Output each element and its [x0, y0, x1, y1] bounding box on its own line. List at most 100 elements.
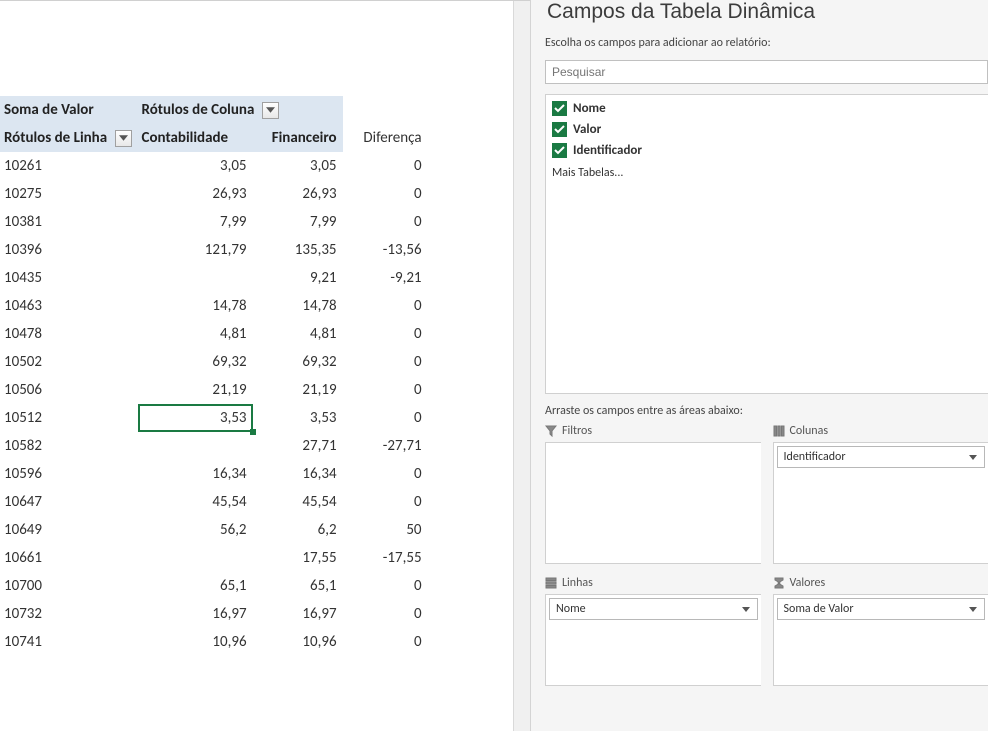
contabilidade-cell[interactable]: 56,2: [138, 516, 253, 544]
financeiro-cell[interactable]: 9,21: [253, 264, 343, 292]
contabilidade-cell[interactable]: 7,99: [138, 208, 253, 236]
row-id-cell[interactable]: 10649: [0, 516, 138, 544]
chevron-down-icon[interactable]: [739, 602, 753, 616]
chevron-down-icon[interactable]: [966, 450, 980, 464]
column-header-financeiro[interactable]: Financeiro: [253, 124, 343, 152]
contabilidade-cell[interactable]: 3,05: [138, 152, 253, 180]
financeiro-cell[interactable]: 27,71: [253, 432, 343, 460]
financeiro-cell[interactable]: 3,53: [253, 404, 343, 432]
values-area[interactable]: Valores Soma de Valor: [773, 576, 988, 686]
contabilidade-cell[interactable]: 65,1: [138, 572, 253, 600]
row-labels-dropdown[interactable]: [115, 130, 132, 147]
diferenca-cell[interactable]: -9,21: [343, 264, 428, 292]
contabilidade-cell[interactable]: 4,81: [138, 320, 253, 348]
financeiro-cell[interactable]: 45,54: [253, 488, 343, 516]
field-item[interactable]: Nome: [552, 99, 982, 120]
row-id-cell[interactable]: 10396: [0, 236, 138, 264]
area-field-pill[interactable]: Soma de Valor: [777, 598, 986, 620]
contabilidade-cell[interactable]: [138, 544, 253, 572]
columns-area[interactable]: Colunas Identificador: [773, 424, 988, 564]
contabilidade-cell[interactable]: [138, 264, 253, 292]
diferenca-cell[interactable]: -13,56: [343, 236, 428, 264]
values-drop-zone[interactable]: Soma de Valor: [773, 594, 988, 686]
row-id-cell[interactable]: 10596: [0, 460, 138, 488]
field-item[interactable]: Identificador: [552, 141, 982, 162]
filters-drop-zone[interactable]: [545, 442, 761, 564]
diferenca-cell[interactable]: 0: [343, 572, 428, 600]
diferenca-cell[interactable]: 0: [343, 180, 428, 208]
checkbox-checked-icon[interactable]: [552, 122, 567, 137]
financeiro-cell[interactable]: 26,93: [253, 180, 343, 208]
row-id-cell[interactable]: 10381: [0, 208, 138, 236]
contabilidade-cell[interactable]: 10,96: [138, 628, 253, 656]
diferenca-cell[interactable]: 0: [343, 628, 428, 656]
row-id-cell[interactable]: 10506: [0, 376, 138, 404]
contabilidade-cell[interactable]: 45,54: [138, 488, 253, 516]
columns-drop-zone[interactable]: Identificador: [773, 442, 988, 564]
diferenca-cell[interactable]: 50: [343, 516, 428, 544]
diferenca-cell[interactable]: 0: [343, 600, 428, 628]
chevron-down-icon[interactable]: [966, 602, 980, 616]
row-id-cell[interactable]: 10502: [0, 348, 138, 376]
diferenca-cell[interactable]: 0: [343, 208, 428, 236]
financeiro-cell[interactable]: 21,19: [253, 376, 343, 404]
financeiro-cell[interactable]: 16,34: [253, 460, 343, 488]
row-id-cell[interactable]: 10582: [0, 432, 138, 460]
contabilidade-cell[interactable]: 16,97: [138, 600, 253, 628]
column-labels-header[interactable]: Rótulos de Coluna: [138, 96, 343, 124]
diferenca-cell[interactable]: 0: [343, 152, 428, 180]
more-tables-link[interactable]: Mais Tabelas...: [552, 162, 982, 180]
filters-area[interactable]: Filtros: [545, 424, 761, 564]
financeiro-cell[interactable]: 135,35: [253, 236, 343, 264]
area-field-pill[interactable]: Nome: [549, 598, 758, 620]
financeiro-cell[interactable]: 17,55: [253, 544, 343, 572]
contabilidade-cell[interactable]: [138, 432, 253, 460]
row-labels-header[interactable]: Rótulos de Linha: [0, 124, 138, 152]
contabilidade-cell[interactable]: 14,78: [138, 292, 253, 320]
financeiro-cell[interactable]: 3,05: [253, 152, 343, 180]
rows-area[interactable]: Linhas Nome: [545, 576, 761, 686]
vertical-scrollbar[interactable]: [513, 1, 530, 731]
financeiro-cell[interactable]: 10,96: [253, 628, 343, 656]
row-id-cell[interactable]: 10647: [0, 488, 138, 516]
row-id-cell[interactable]: 10741: [0, 628, 138, 656]
column-labels-dropdown[interactable]: [262, 102, 279, 119]
diferenca-cell[interactable]: -17,55: [343, 544, 428, 572]
financeiro-cell[interactable]: 65,1: [253, 572, 343, 600]
contabilidade-cell[interactable]: 3,53: [138, 404, 253, 432]
contabilidade-cell[interactable]: 26,93: [138, 180, 253, 208]
diferenca-cell[interactable]: 0: [343, 292, 428, 320]
row-id-cell[interactable]: 10512: [0, 404, 138, 432]
worksheet-area[interactable]: Soma de Valor Rótulos de Coluna Rótulos …: [0, 0, 530, 731]
search-input[interactable]: [545, 60, 988, 84]
diferenca-cell[interactable]: 0: [343, 404, 428, 432]
financeiro-cell[interactable]: 6,2: [253, 516, 343, 544]
row-id-cell[interactable]: 10700: [0, 572, 138, 600]
row-id-cell[interactable]: 10478: [0, 320, 138, 348]
contabilidade-cell[interactable]: 121,79: [138, 236, 253, 264]
row-id-cell[interactable]: 10435: [0, 264, 138, 292]
checkbox-checked-icon[interactable]: [552, 101, 567, 116]
contabilidade-cell[interactable]: 16,34: [138, 460, 253, 488]
diferenca-cell[interactable]: 0: [343, 348, 428, 376]
financeiro-cell[interactable]: 16,97: [253, 600, 343, 628]
contabilidade-cell[interactable]: 69,32: [138, 348, 253, 376]
area-field-pill[interactable]: Identificador: [777, 446, 986, 468]
diferenca-cell[interactable]: 0: [343, 460, 428, 488]
field-list[interactable]: NomeValorIdentificador Mais Tabelas...: [545, 94, 988, 394]
diferenca-cell[interactable]: 0: [343, 376, 428, 404]
row-id-cell[interactable]: 10661: [0, 544, 138, 572]
diferenca-cell[interactable]: 0: [343, 488, 428, 516]
row-id-cell[interactable]: 10732: [0, 600, 138, 628]
financeiro-cell[interactable]: 14,78: [253, 292, 343, 320]
row-id-cell[interactable]: 10463: [0, 292, 138, 320]
diferenca-cell[interactable]: 0: [343, 320, 428, 348]
row-id-cell[interactable]: 10275: [0, 180, 138, 208]
column-header-diferenca[interactable]: Diferença: [343, 124, 428, 152]
rows-drop-zone[interactable]: Nome: [545, 594, 761, 686]
row-id-cell[interactable]: 10261: [0, 152, 138, 180]
pivot-table[interactable]: Soma de Valor Rótulos de Coluna Rótulos …: [0, 96, 428, 656]
contabilidade-cell[interactable]: 21,19: [138, 376, 253, 404]
financeiro-cell[interactable]: 7,99: [253, 208, 343, 236]
diferenca-cell[interactable]: -27,71: [343, 432, 428, 460]
